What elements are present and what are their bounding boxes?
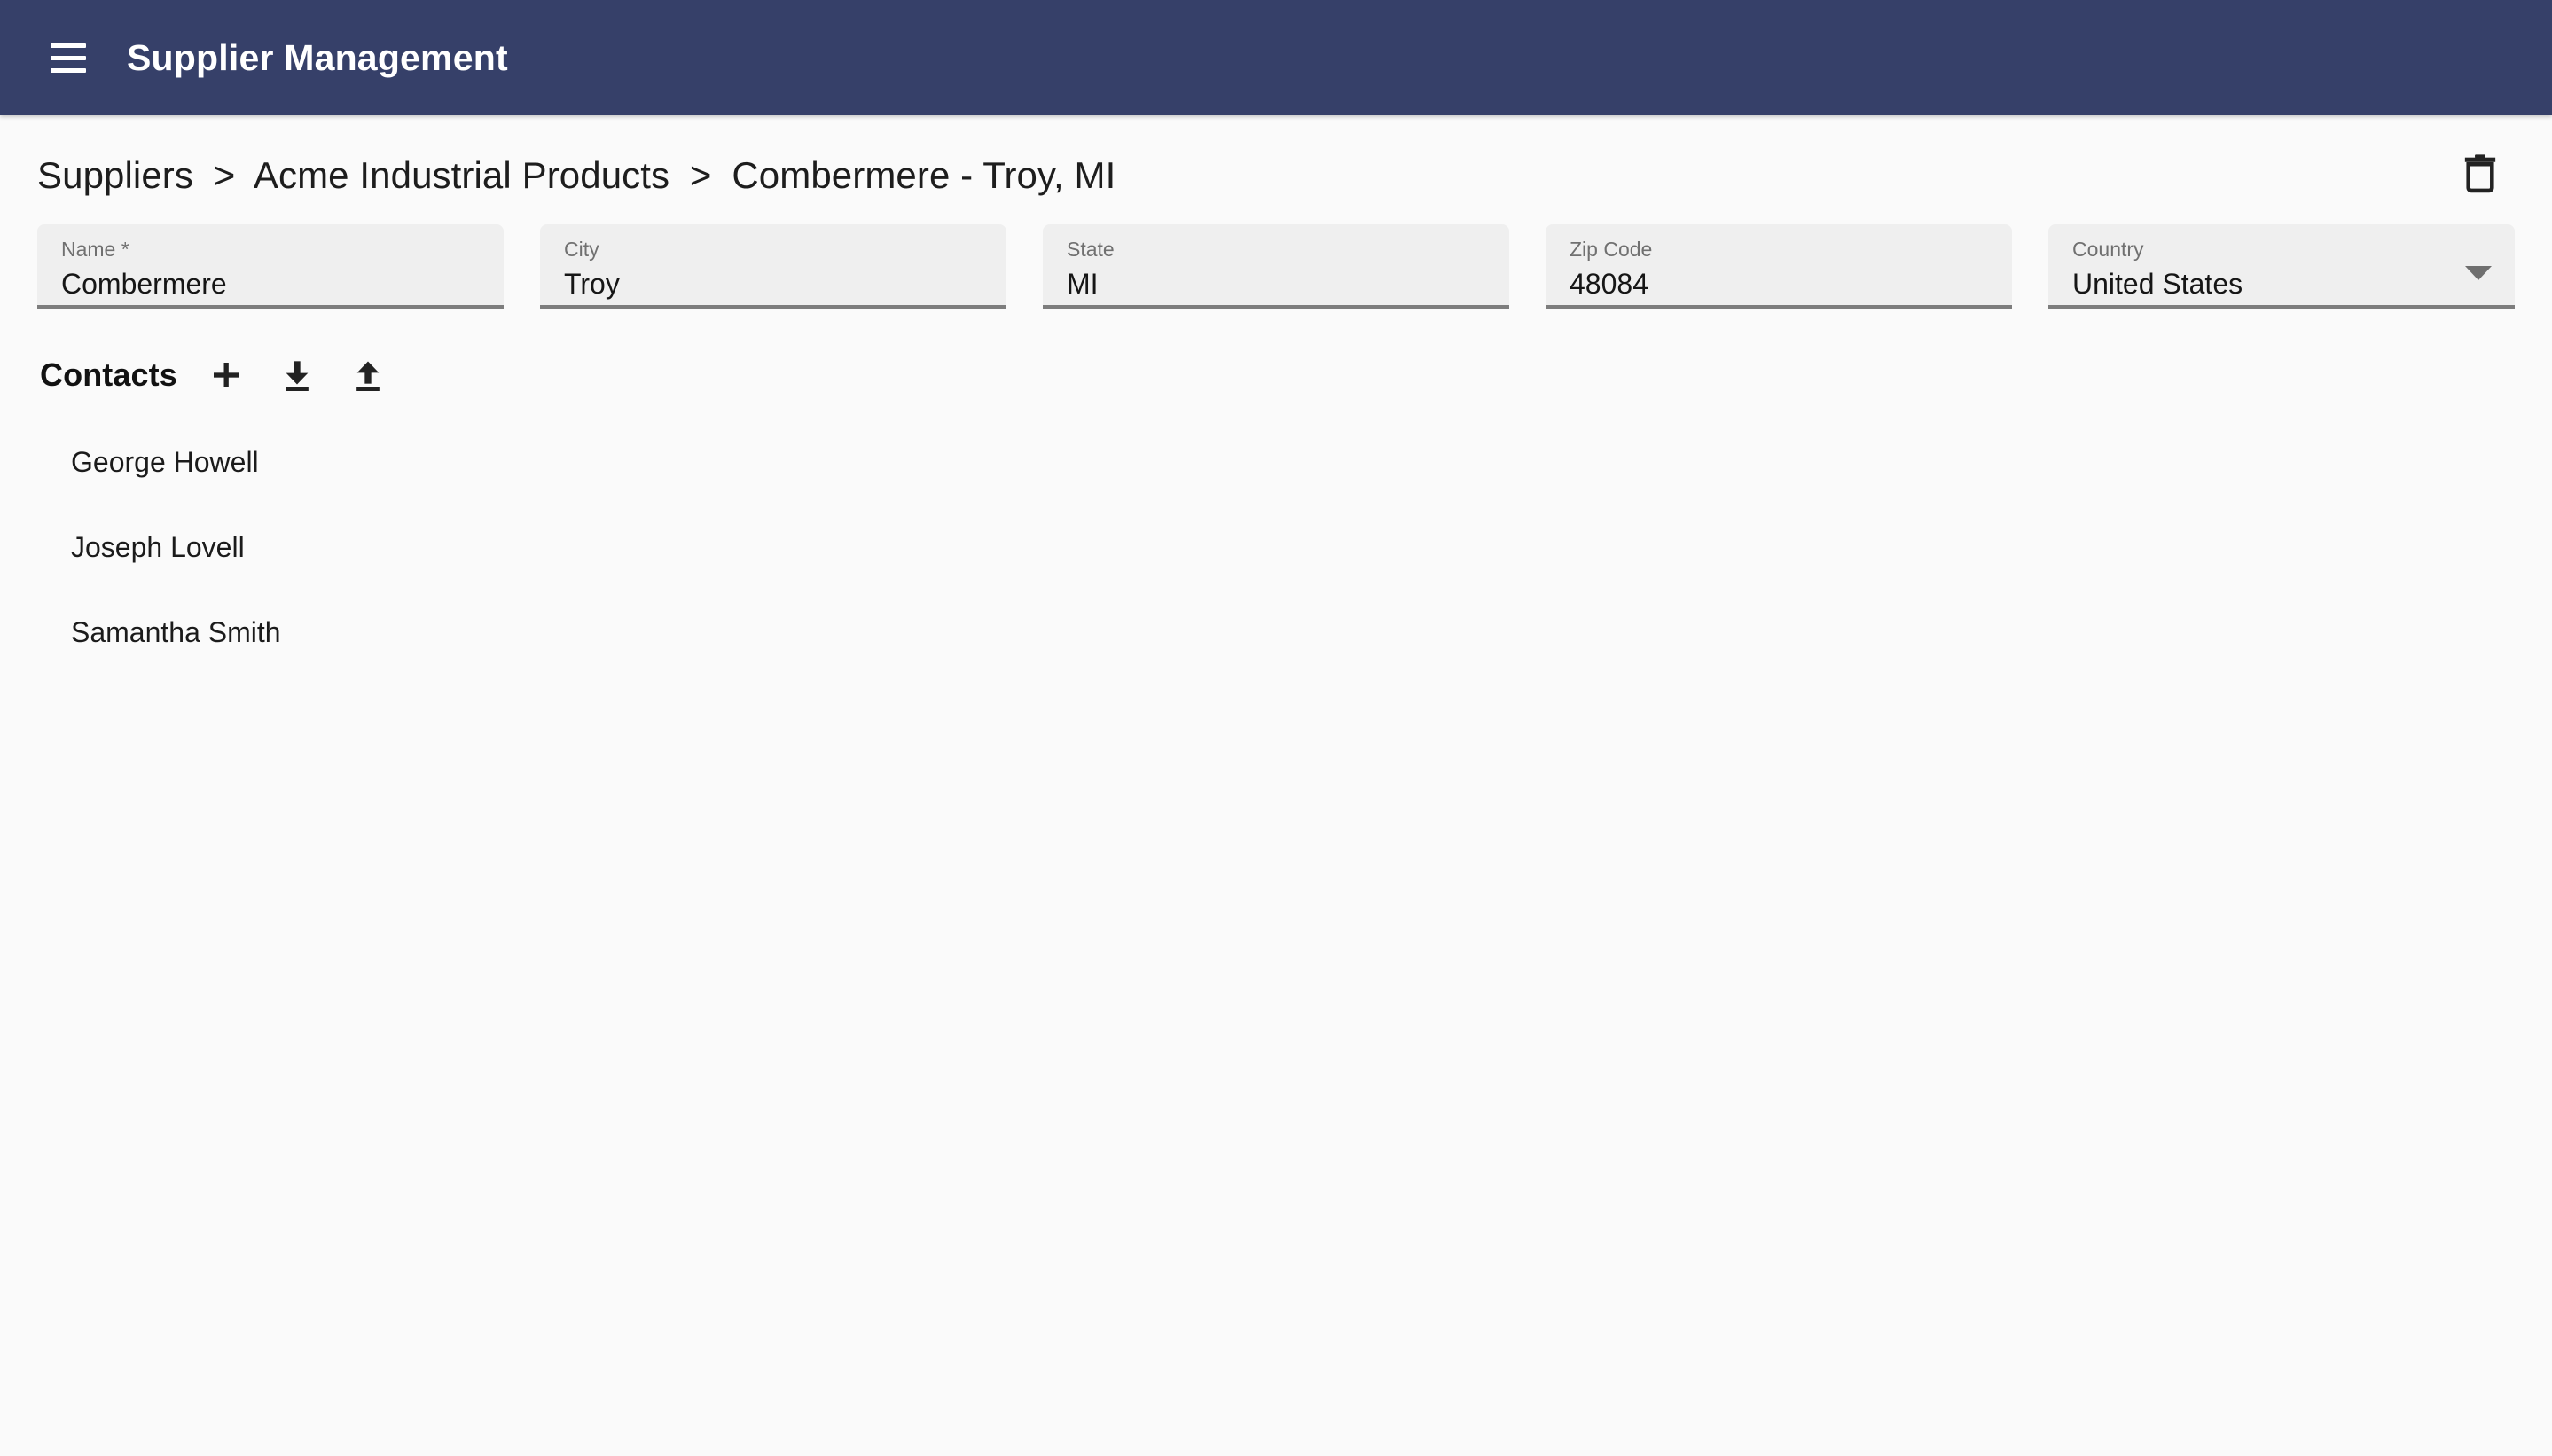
field-label-name: Name * bbox=[61, 238, 129, 261]
breadcrumb-item-suppliers[interactable]: Suppliers bbox=[37, 154, 193, 196]
field-state[interactable]: State MI bbox=[1043, 224, 1509, 309]
breadcrumb-item-current: Combermere - Troy, MI bbox=[732, 154, 1116, 196]
zip-code-input[interactable]: 48084 bbox=[1570, 268, 1988, 301]
state-input[interactable]: MI bbox=[1067, 268, 1485, 301]
plus-icon bbox=[213, 363, 239, 387]
contacts-title: Contacts bbox=[40, 356, 177, 393]
list-item[interactable]: Joseph Lovell bbox=[71, 522, 245, 572]
add-contact-button[interactable] bbox=[200, 348, 253, 402]
field-label-city: City bbox=[564, 238, 599, 261]
field-country[interactable]: Country United States bbox=[2048, 224, 2515, 309]
hamburger-menu-icon[interactable] bbox=[41, 30, 96, 85]
hamburger-line bbox=[51, 55, 86, 60]
breadcrumb: Suppliers > Acme Industrial Products > C… bbox=[37, 154, 1116, 197]
trash-icon bbox=[2464, 154, 2496, 193]
list-item[interactable]: George Howell bbox=[71, 437, 259, 487]
page-content: Suppliers > Acme Industrial Products > C… bbox=[0, 115, 2552, 693]
hamburger-line bbox=[51, 67, 86, 73]
city-input[interactable]: Troy bbox=[564, 268, 982, 301]
app-bar: Supplier Management bbox=[0, 0, 2552, 115]
app-title: Supplier Management bbox=[127, 36, 508, 78]
upload-icon bbox=[356, 361, 380, 391]
contacts-header: Contacts bbox=[37, 348, 2515, 402]
field-label-zip-code: Zip Code bbox=[1570, 238, 1653, 261]
hamburger-line bbox=[51, 43, 86, 48]
field-city[interactable]: City Troy bbox=[540, 224, 1006, 309]
upload-contacts-button[interactable] bbox=[341, 348, 395, 402]
field-label-state: State bbox=[1067, 238, 1115, 261]
breadcrumb-separator: > bbox=[689, 154, 712, 196]
breadcrumb-row: Suppliers > Acme Industrial Products > C… bbox=[37, 115, 2515, 200]
field-name[interactable]: Name * Combermere bbox=[37, 224, 504, 309]
field-label-country: Country bbox=[2072, 238, 2144, 261]
name-input[interactable]: Combermere bbox=[61, 268, 480, 301]
contacts-list: George Howell Joseph Lovell Samantha Smi… bbox=[37, 437, 2515, 693]
chevron-down-icon[interactable] bbox=[2465, 266, 2492, 280]
field-zip-code[interactable]: Zip Code 48084 bbox=[1546, 224, 2012, 309]
download-contacts-button[interactable] bbox=[270, 348, 324, 402]
delete-button[interactable] bbox=[2453, 145, 2508, 200]
breadcrumb-item-acme-industrial-products[interactable]: Acme Industrial Products bbox=[254, 154, 669, 196]
country-select-value[interactable]: United States bbox=[2072, 268, 2491, 301]
download-icon bbox=[285, 361, 309, 391]
supplier-form: Name * Combermere City Troy State MI Zip… bbox=[37, 224, 2515, 309]
breadcrumb-separator: > bbox=[213, 154, 236, 196]
list-item[interactable]: Samantha Smith bbox=[71, 607, 281, 657]
